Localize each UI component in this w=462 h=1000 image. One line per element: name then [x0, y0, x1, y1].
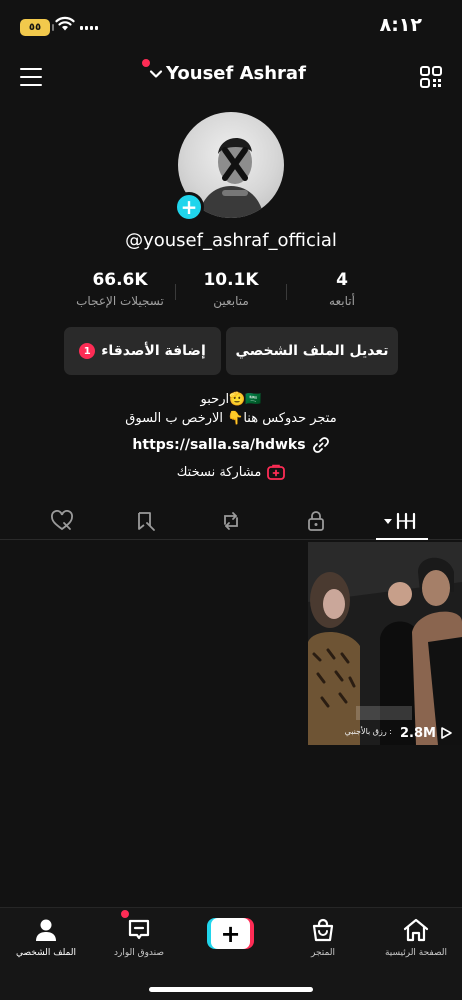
- chevron-down-icon: [149, 69, 163, 78]
- person-icon: [36, 919, 56, 941]
- battery-icon: ٥٥: [20, 19, 54, 36]
- link-icon: [312, 437, 329, 453]
- home-icon: [403, 918, 429, 942]
- edit-profile-button[interactable]: تعديل الملف الشخصي: [226, 327, 398, 375]
- menu-icon[interactable]: [20, 68, 42, 86]
- stat-following[interactable]: 4 أتابعه: [292, 270, 392, 316]
- nav-home[interactable]: الصفحة الرئيسية: [370, 916, 462, 958]
- tab-favorites[interactable]: [126, 506, 166, 536]
- plus-icon: +: [211, 918, 250, 949]
- add-friends-label: إضافة الأصدقاء: [101, 343, 206, 359]
- bio-link[interactable]: https://salla.sa/hdwks: [0, 436, 462, 454]
- active-tab-indicator: [376, 538, 428, 540]
- nav-inbox-label: صندوق الوارد: [113, 948, 165, 958]
- avatar-container: +: [174, 112, 284, 222]
- tab-private[interactable]: [296, 506, 336, 536]
- stat-label: تسجيلات الإعجاب: [76, 294, 164, 308]
- stat-followers[interactable]: 10.1K متابعين: [181, 270, 281, 316]
- username: @yousef_ashraf_official: [125, 230, 337, 251]
- friends-badge: 1: [79, 343, 96, 359]
- edit-profile-label: تعديل الملف الشخصي: [235, 343, 389, 359]
- nav-shop[interactable]: المتجر: [277, 916, 369, 958]
- cellular-signal-icon: [80, 26, 98, 30]
- tab-liked[interactable]: [42, 506, 82, 536]
- qr-code-icon[interactable]: [420, 66, 442, 88]
- inbox-notification-dot: [121, 910, 129, 918]
- add-friends-button[interactable]: 1 إضافة الأصدقاء: [64, 327, 221, 375]
- lock-icon: [308, 511, 324, 531]
- stat-value: 4: [336, 270, 348, 290]
- create-button[interactable]: +: [207, 918, 254, 949]
- notification-dot: [142, 59, 150, 67]
- account-name: Yousef Ashraf: [166, 63, 306, 84]
- grid-videos-icon: [384, 512, 416, 530]
- account-switcher[interactable]: Yousef Ashraf: [142, 59, 306, 84]
- stat-label: أتابعه: [329, 294, 355, 308]
- video-thumbnail[interactable]: رزق بالأجنبي : 2.8M: [308, 542, 462, 745]
- bottom-navigation: الصفحة الرئيسية المتجر + صندوق الوارد ال…: [0, 907, 462, 1000]
- repost-icon: [224, 512, 238, 530]
- status-bar: ٥٥ ٨:١٢: [0, 0, 462, 54]
- share-copy[interactable]: مشاركة نسختك: [0, 464, 462, 480]
- home-indicator: [149, 987, 313, 992]
- video-preview-image: [308, 542, 462, 745]
- add-to-profile-icon: [267, 464, 286, 480]
- view-count-text: 2.8M: [400, 726, 436, 741]
- heart-hidden-icon: [51, 510, 73, 531]
- clock: ٨:١٢: [379, 14, 422, 36]
- shopping-bag-icon: [312, 918, 334, 942]
- stat-value: 10.1K: [203, 270, 259, 290]
- stat-likes[interactable]: 66.6K تسجيلات الإعجاب: [70, 270, 170, 316]
- video-view-count: 2.8M: [400, 726, 436, 741]
- bio-line-2: متجر حدوكس هنا👇 الارخص ب السوق: [125, 411, 337, 426]
- profile-header: Yousef Ashraf: [0, 54, 462, 102]
- divider: [286, 284, 287, 300]
- content-tabs: [0, 500, 462, 540]
- inbox-message-icon: [128, 919, 150, 940]
- nav-shop-label: المتجر: [311, 948, 335, 958]
- tab-videos[interactable]: [382, 506, 422, 536]
- profile-stats: 66.6K تسجيلات الإعجاب 10.1K متابعين 4 أت…: [70, 270, 392, 316]
- wifi-icon: [55, 16, 75, 31]
- add-avatar-button[interactable]: +: [174, 192, 204, 222]
- tab-reposts[interactable]: [211, 506, 251, 536]
- video-caption: رزق بالأجنبي :: [344, 727, 392, 736]
- stat-label: متابعين: [213, 294, 249, 308]
- divider: [175, 284, 176, 300]
- stat-value: 66.6K: [92, 270, 148, 290]
- bookmark-hidden-icon: [138, 512, 155, 531]
- battery-level: ٥٥: [28, 22, 42, 33]
- nav-home-label: الصفحة الرئيسية: [384, 948, 448, 958]
- share-label: مشاركة نسختك: [176, 464, 262, 480]
- nav-inbox[interactable]: صندوق الوارد: [93, 910, 185, 958]
- bio-line-1: ارحبو🫡🇸🇦: [200, 392, 262, 407]
- bio-link-text: https://salla.sa/hdwks: [132, 437, 306, 453]
- nav-profile-label: الملف الشخصي: [16, 948, 76, 958]
- nav-profile[interactable]: الملف الشخصي: [0, 916, 92, 958]
